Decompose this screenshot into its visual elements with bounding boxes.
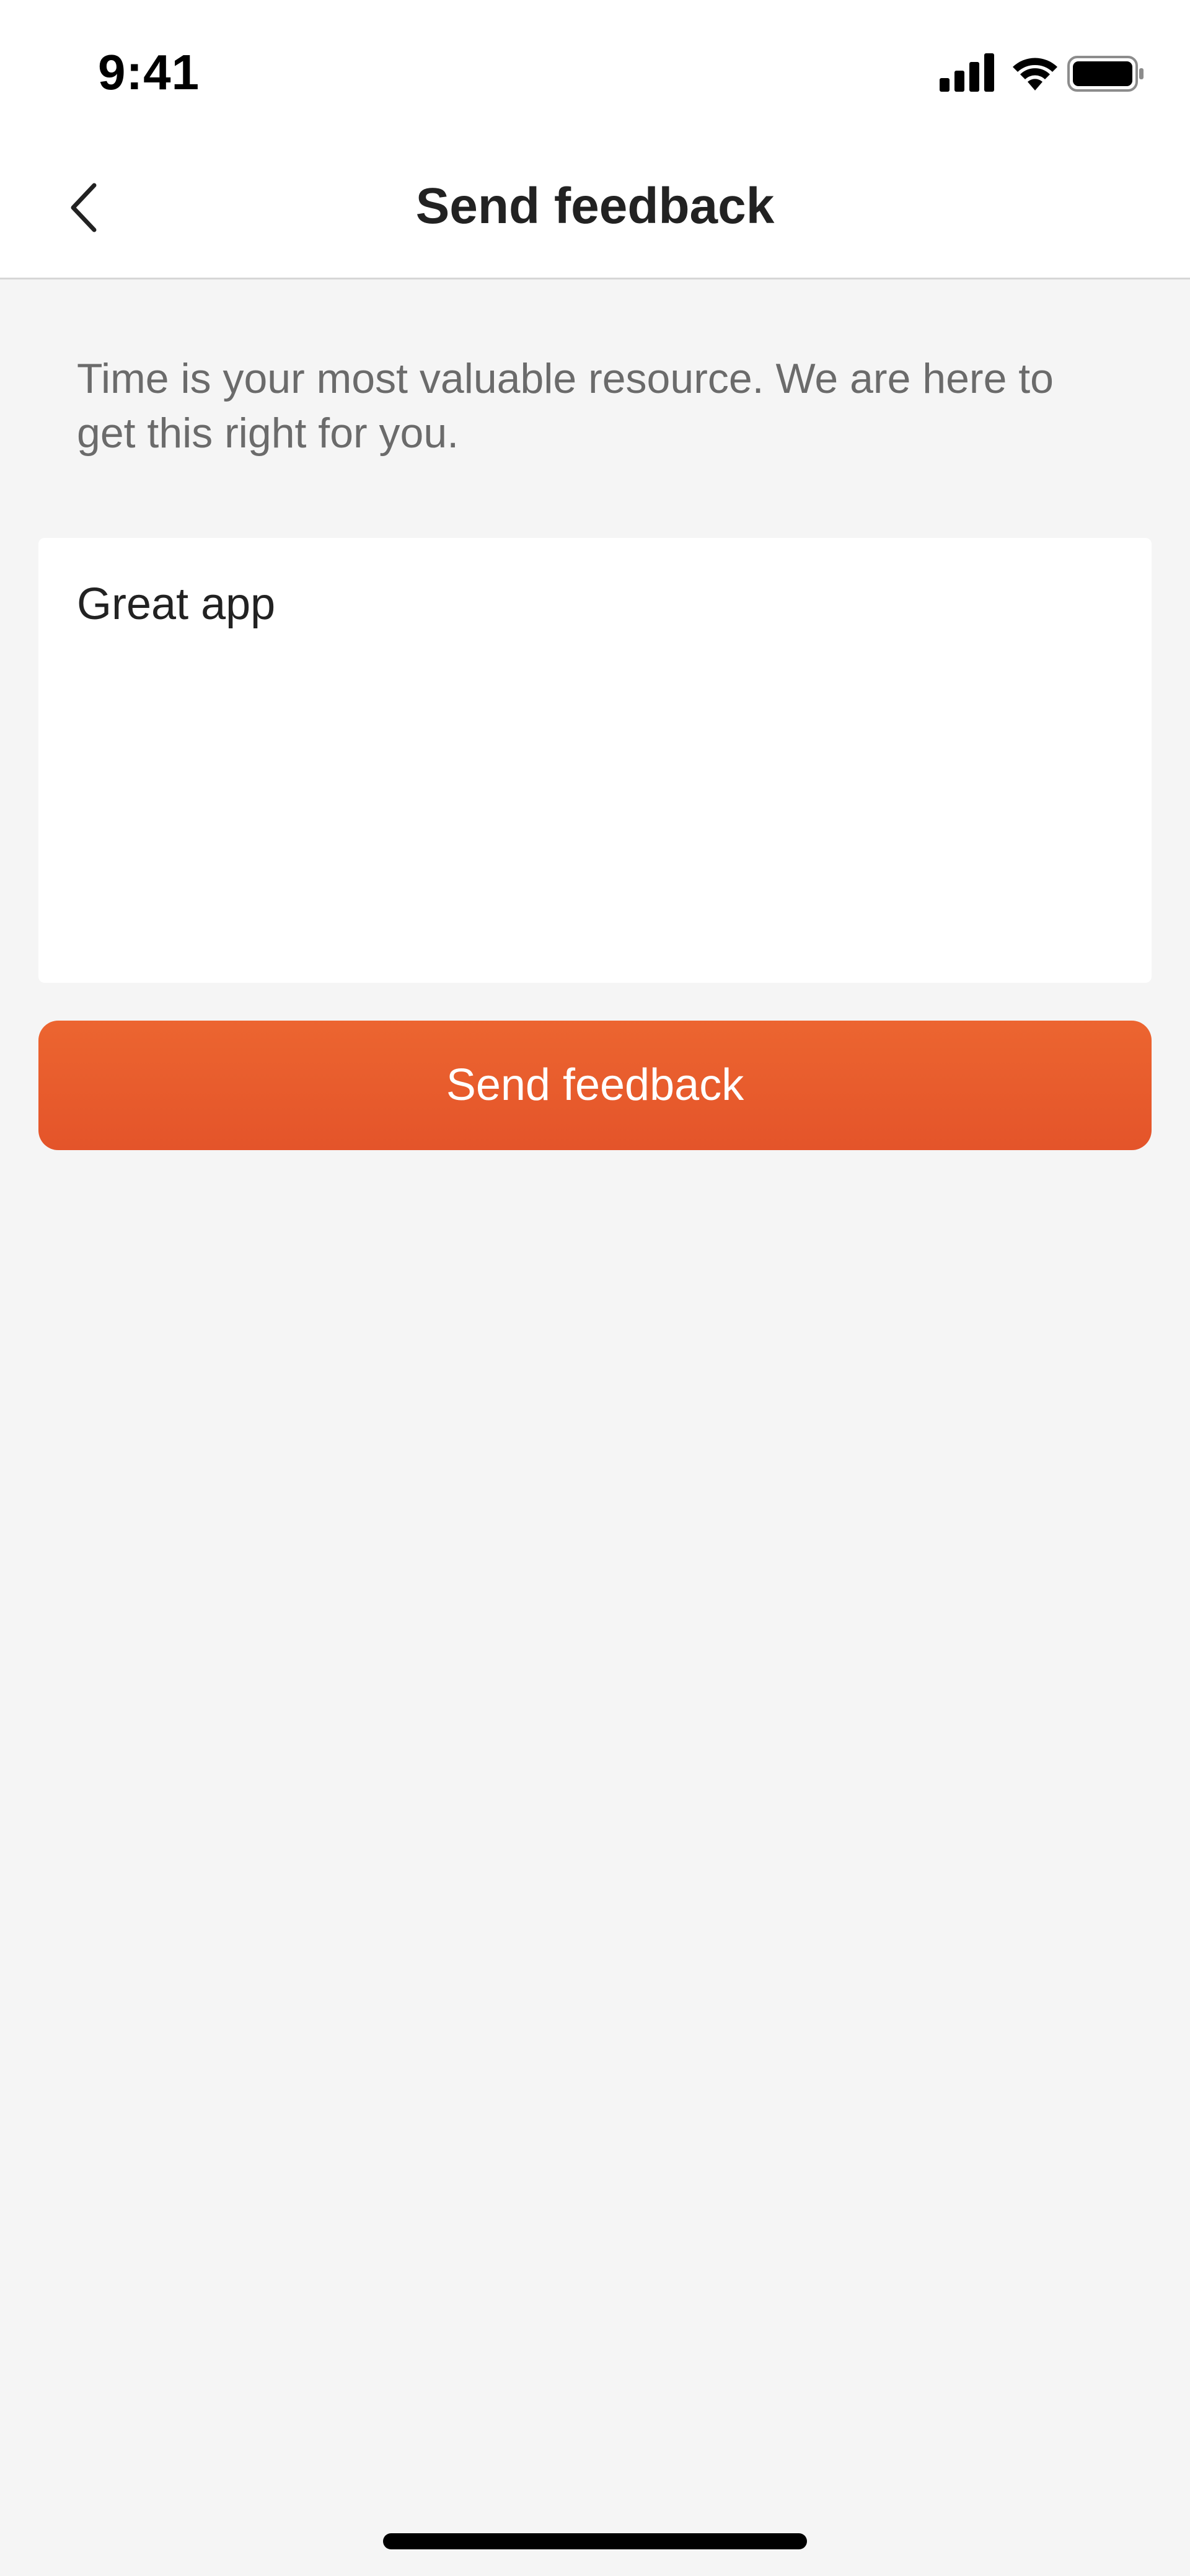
page-title: Send feedback (415, 178, 775, 234)
status-time: 9:41 (98, 45, 200, 100)
send-feedback-button[interactable]: Send feedback (38, 1021, 1152, 1150)
intro-text: Time is your most valuable resource. We … (77, 355, 1054, 457)
feedback-text-value[interactable]: Great app (77, 576, 1113, 632)
wifi-icon (1013, 58, 1057, 90)
status-icons (940, 53, 1144, 93)
home-indicator (383, 2533, 807, 2549)
status-bar: 9:41 (0, 0, 1190, 146)
battery-icon (1067, 56, 1144, 92)
feedback-textarea[interactable]: Great app (38, 538, 1152, 983)
navigation-bar: Send feedback (0, 146, 1190, 279)
send-feedback-button-label: Send feedback (446, 1060, 744, 1110)
signal-icon (940, 53, 994, 92)
